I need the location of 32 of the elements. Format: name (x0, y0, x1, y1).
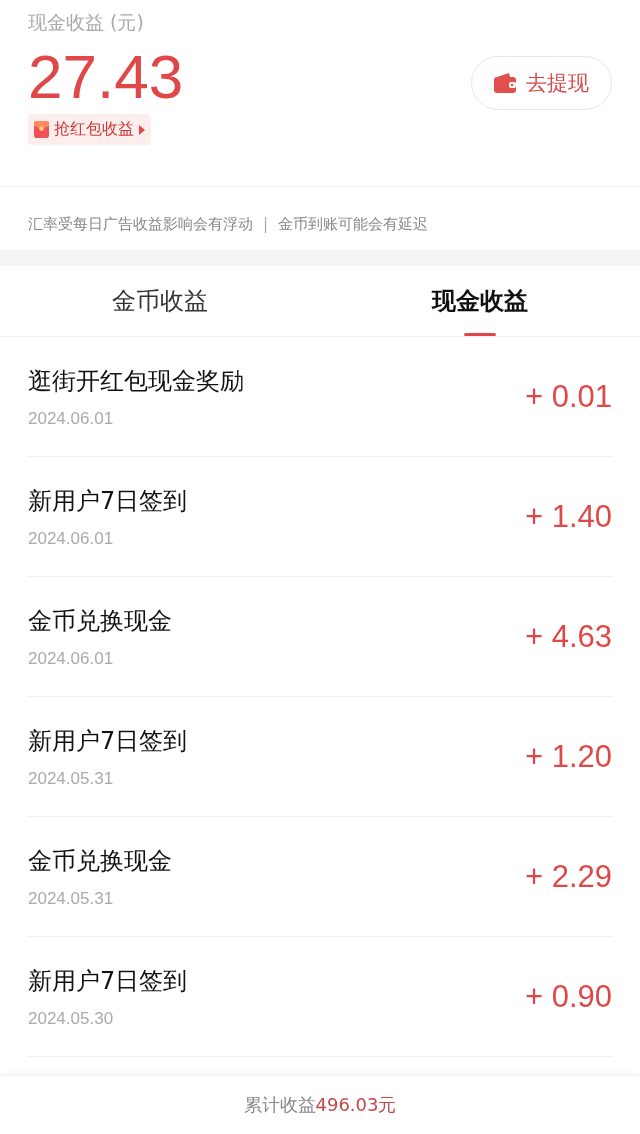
record-date: 2024.06.01 (28, 408, 115, 429)
record-date: 2024.06.01 (28, 648, 115, 669)
record-title: 新用户7日签到 (28, 485, 188, 517)
record-title: 金币兑换现金 (28, 845, 172, 877)
record-title: 新用户7日签到 (28, 965, 188, 997)
record-amount: + 0.90 (524, 978, 612, 1015)
notice-text: 汇率受每日广告收益影响会有浮动 (28, 215, 253, 235)
record-amount: + 0.01 (524, 378, 612, 415)
record-date: 2024.05.31 (28, 888, 115, 909)
tab[interactable]: 金币收益 (0, 266, 320, 336)
withdraw-button[interactable]: 去提现 (471, 56, 612, 110)
envelope-icon (34, 121, 49, 138)
record-amount: + 1.40 (524, 498, 612, 535)
caret-icon (139, 124, 145, 135)
tab[interactable]: 现金收益 (320, 266, 640, 336)
balance-amount: 27.43 (28, 42, 184, 112)
separator-text: | (263, 215, 269, 235)
record-amount: + 2.29 (524, 858, 612, 895)
record-amount: + 4.63 (524, 618, 612, 655)
wallet-icon (494, 73, 516, 93)
lucky-money-link[interactable]: 抢红包收益 (28, 114, 151, 145)
notice-text: 金币到账可能会有延迟 (278, 215, 429, 235)
record-date: 2024.06.01 (28, 528, 115, 549)
record-amount: + 1.20 (524, 738, 612, 775)
record-title: 新用户7日签到 (28, 725, 188, 757)
record-title: 逛街开红包现金奖励 (28, 365, 244, 397)
record-title: 金币兑换现金 (28, 605, 172, 637)
total-label: 累计收益 (243, 1093, 316, 1117)
record-date: 2024.05.30 (28, 1008, 115, 1029)
total-amount: 496.03元 (315, 1093, 397, 1117)
balance-label: 现金收益 (元) (28, 10, 144, 35)
record-date: 2024.05.31 (28, 768, 115, 789)
